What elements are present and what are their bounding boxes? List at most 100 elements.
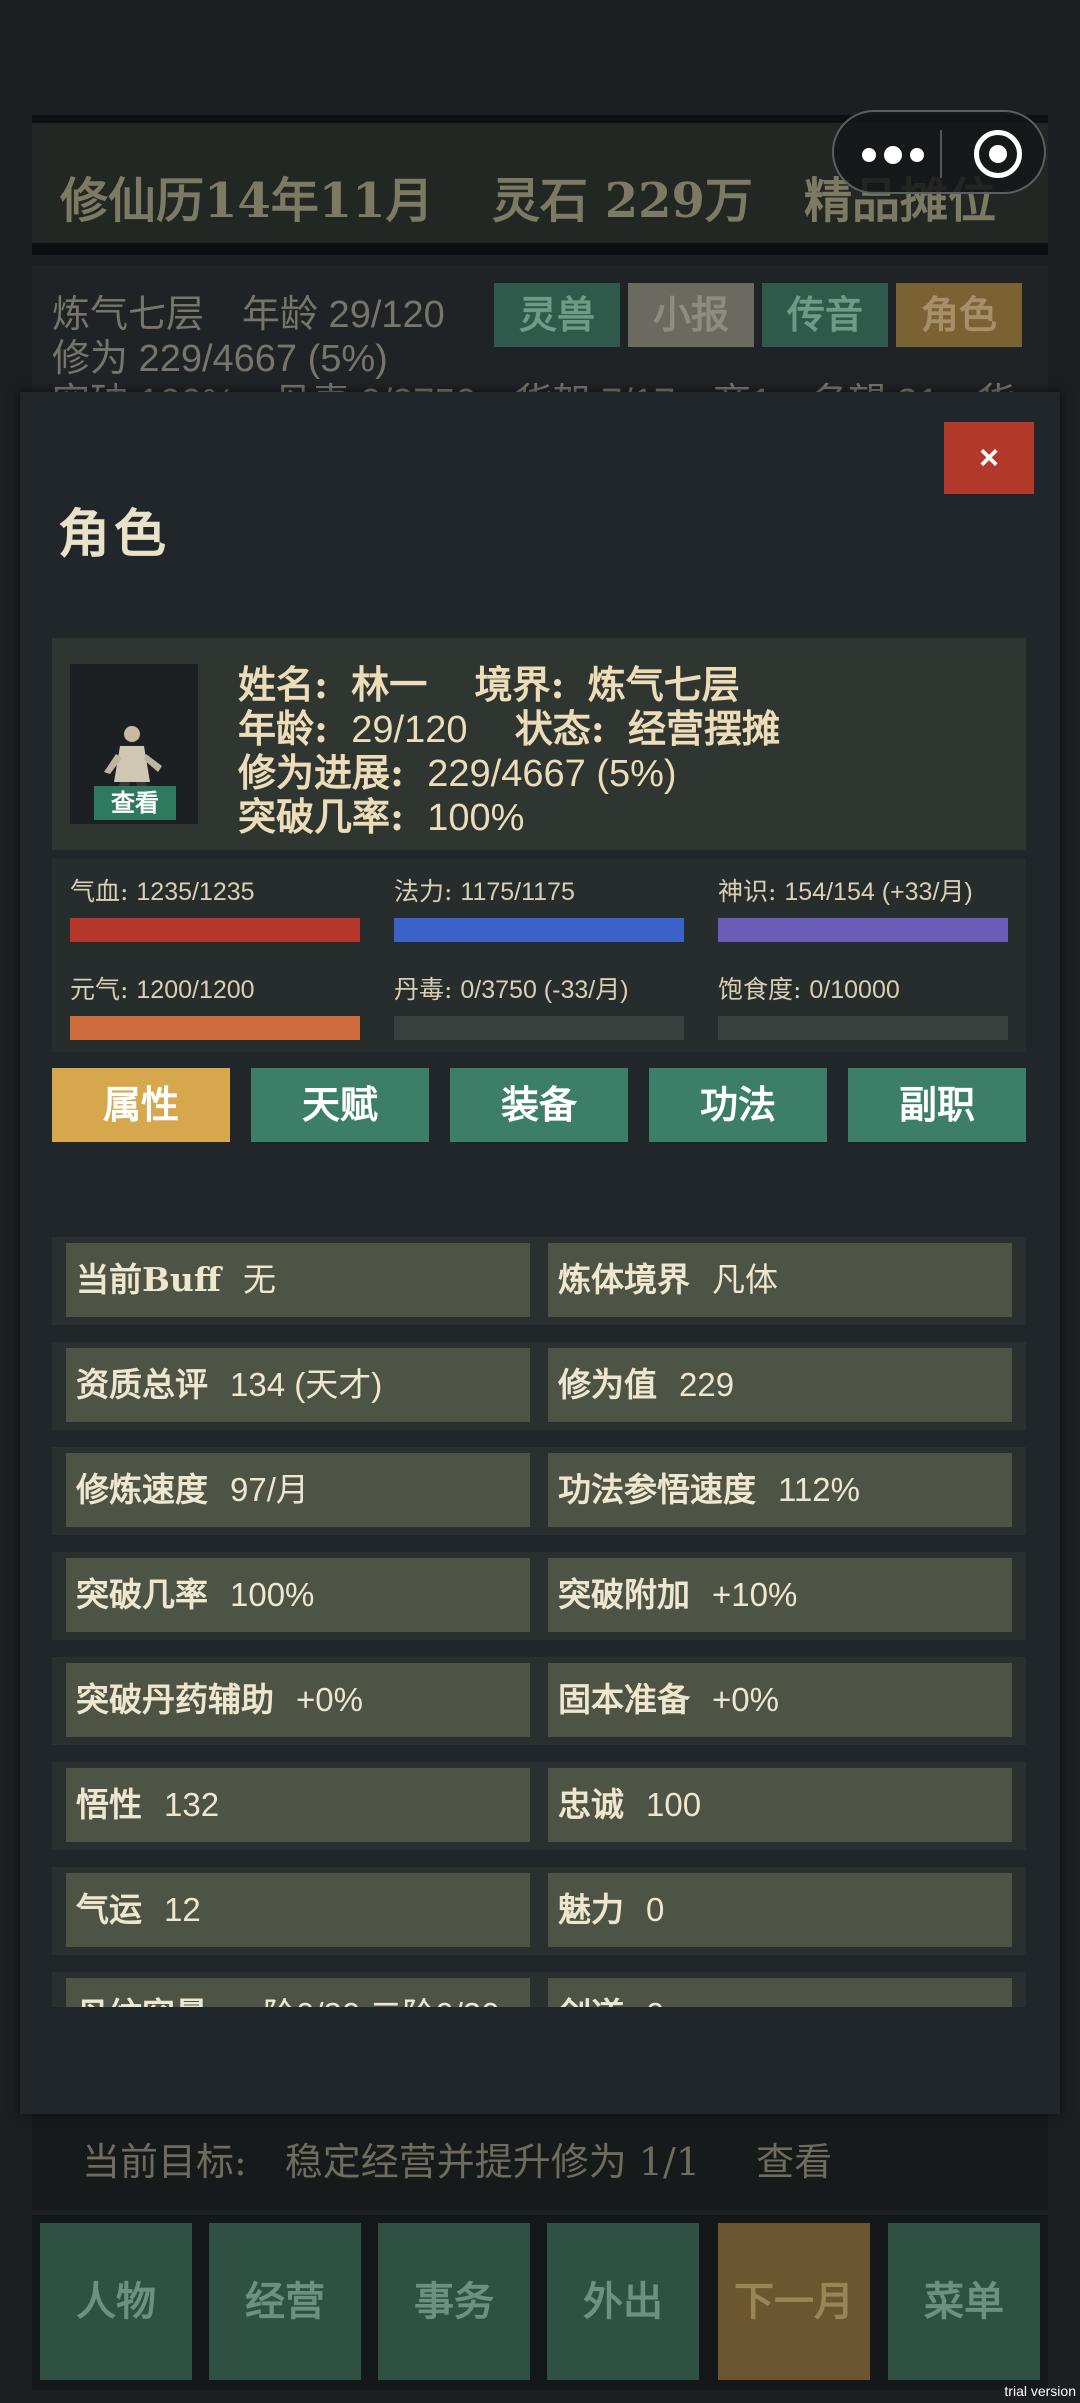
attribute-cell: 当前Buff 无 (66, 1243, 530, 1317)
stat-hp-value: 1235/1235 (136, 878, 255, 906)
vitals-panel: 气血: 1235/1235 法力: 1175/1175 神识: 154/154 … (52, 858, 1026, 1052)
vitality-bar (70, 1016, 360, 1040)
attribute-label: 炼体境界 (558, 1260, 690, 1299)
bottom-navigation: 人物 经营 事务 外出 下一月 菜单 (32, 2215, 1048, 2390)
tab-news[interactable]: 小报 (628, 283, 754, 347)
tab-spirit-beast[interactable]: 灵兽 (494, 283, 620, 347)
stat-satiety-value: 0/10000 (809, 976, 900, 1004)
attribute-value: 100% (230, 1576, 315, 1613)
goal-view-link[interactable]: 查看 (756, 2140, 832, 2184)
attribute-row: 丹纹容量 一阶0/30 二阶0/30 剑道 0 (52, 1972, 1026, 2007)
attribute-row: 悟性 132 忠诚 100 (52, 1762, 1026, 1850)
attribute-label: 资质总评 (76, 1365, 208, 1404)
nav-character[interactable]: 人物 (40, 2223, 192, 2380)
attribute-label: 丹纹容量 (76, 1995, 208, 2007)
attribute-label: 气运 (76, 1890, 142, 1929)
tab-side-jobs[interactable]: 副职 (848, 1068, 1026, 1142)
attribute-cell: 魅力 0 (548, 1873, 1012, 1947)
attribute-value: +0% (296, 1681, 363, 1718)
spirit-stone-count: 灵石 229万 (492, 173, 753, 229)
stat-hp: 气血: 1235/1235 (70, 872, 360, 942)
attribute-label: 魅力 (558, 1890, 624, 1929)
stat-toxicity-label: 丹毒: (394, 975, 453, 1004)
attribute-cell: 炼体境界 凡体 (548, 1243, 1012, 1317)
attribute-row: 当前Buff 无 炼体境界 凡体 (52, 1237, 1026, 1325)
attribute-label: 功法参悟速度 (558, 1470, 756, 1509)
sense-bar-fill (718, 918, 1008, 942)
nav-business[interactable]: 经营 (209, 2223, 361, 2380)
tab-character[interactable]: 角色 (896, 283, 1022, 347)
stat-pill-toxicity: 丹毒: 0/3750 (-33/月) (394, 970, 684, 1040)
attribute-label: 忠诚 (558, 1785, 624, 1824)
mana-bar-fill (394, 918, 684, 942)
attribute-cell: 丹纹容量 一阶0/30 二阶0/30 (66, 1978, 530, 2007)
attribute-value: 12 (164, 1891, 201, 1928)
close-miniprogram-icon[interactable] (974, 130, 1022, 178)
attribute-value: 0 (646, 1996, 664, 2007)
nav-travel[interactable]: 外出 (547, 2223, 699, 2380)
attribute-value: +10% (712, 1576, 798, 1613)
tab-equipment[interactable]: 装备 (450, 1068, 628, 1142)
attribute-value: 无 (242, 1261, 276, 1298)
attribute-value: 97/月 (230, 1471, 309, 1508)
attribute-list[interactable]: 当前Buff 无 炼体境界 凡体 资质总评 134 (天才) 修为值 229 修炼速度 97/月 功… (52, 1237, 1026, 2007)
toxicity-bar (394, 1016, 684, 1040)
attribute-cell: 突破附加 +10% (548, 1558, 1012, 1632)
attribute-row: 突破丹药辅助 +0% 固本准备 +0% (52, 1657, 1026, 1745)
stat-satiety: 饱食度: 0/10000 (718, 970, 1008, 1040)
attribute-label: 修炼速度 (76, 1470, 208, 1509)
attribute-cell: 功法参悟速度 112% (548, 1453, 1012, 1527)
attribute-cell: 修炼速度 97/月 (66, 1453, 530, 1527)
stat-vitality-label: 元气: (70, 975, 129, 1004)
attribute-label: 剑道 (558, 1995, 624, 2007)
attribute-value: 一阶0/30 二阶0/30 (230, 1996, 500, 2007)
attribute-value: 0 (646, 1891, 665, 1928)
avatar-view-badge[interactable]: 查看 (94, 786, 176, 820)
close-button[interactable]: × (944, 422, 1034, 494)
tab-talents[interactable]: 天赋 (251, 1068, 429, 1142)
tab-attributes[interactable]: 属性 (52, 1068, 230, 1142)
profile-card: 查看 姓名: 林一 境界: 炼气七层 年龄: 29/120 状态: 经营摆摊 修… (52, 638, 1026, 850)
attribute-row: 修炼速度 97/月 功法参悟速度 112% (52, 1447, 1026, 1535)
attribute-label: 突破几率 (76, 1575, 208, 1614)
attribute-label: 当前Buff (76, 1260, 221, 1299)
attribute-value: 229 (679, 1366, 735, 1403)
more-icon[interactable] (862, 136, 932, 172)
character-avatar[interactable]: 查看 (70, 664, 198, 824)
attribute-cell: 固本准备 +0% (548, 1663, 1012, 1737)
stat-mana-value: 1175/1175 (460, 878, 575, 906)
attribute-row: 资质总评 134 (天才) 修为值 229 (52, 1342, 1026, 1430)
hp-bar (70, 918, 360, 942)
vitality-bar-fill (70, 1016, 360, 1040)
mini-program-capsule[interactable] (832, 110, 1046, 194)
attribute-row: 气运 12 魅力 0 (52, 1867, 1026, 1955)
nav-menu[interactable]: 菜单 (888, 2223, 1040, 2380)
nav-affairs[interactable]: 事务 (378, 2223, 530, 2380)
attribute-cell: 资质总评 134 (天才) (66, 1348, 530, 1422)
character-modal: × 角色 查看 姓名: 林一 境界: 炼气七层 年龄: 29/120 状态: 经… (20, 392, 1060, 2114)
stat-mana: 法力: 1175/1175 (394, 872, 684, 942)
stat-vitality: 元气: 1200/1200 (70, 970, 360, 1040)
stat-satiety-label: 饱食度: (718, 975, 802, 1004)
attribute-label: 悟性 (76, 1785, 142, 1824)
stat-divine-sense: 神识: 154/154 (+33/月) (718, 872, 1008, 942)
calendar-date: 修仙历14年11月 (60, 173, 434, 229)
attribute-row: 突破几率 100% 突破附加 +10% (52, 1552, 1026, 1640)
attribute-label: 修为值 (558, 1365, 657, 1404)
stat-mana-label: 法力: (394, 877, 453, 906)
attribute-cell: 忠诚 100 (548, 1768, 1012, 1842)
attribute-cell: 剑道 0 (548, 1978, 1012, 2007)
breakthrough-chance: 100% (427, 797, 525, 839)
stat-toxicity-value: 0/3750 (-33/月) (460, 976, 629, 1004)
trial-version-label: trial version (1004, 2383, 1076, 2399)
attribute-value: 112% (778, 1471, 860, 1508)
mana-bar (394, 918, 684, 942)
tab-messages[interactable]: 传音 (762, 283, 888, 347)
tab-techniques[interactable]: 功法 (649, 1068, 827, 1142)
attribute-value: 100 (646, 1786, 702, 1823)
attribute-cell: 修为值 229 (548, 1348, 1012, 1422)
stat-sense-label: 神识: (718, 877, 777, 906)
nav-next-month[interactable]: 下一月 (718, 2223, 870, 2380)
profile-line-breakthrough: 突破几率: 100% (238, 786, 524, 841)
attribute-value: 132 (164, 1786, 220, 1823)
